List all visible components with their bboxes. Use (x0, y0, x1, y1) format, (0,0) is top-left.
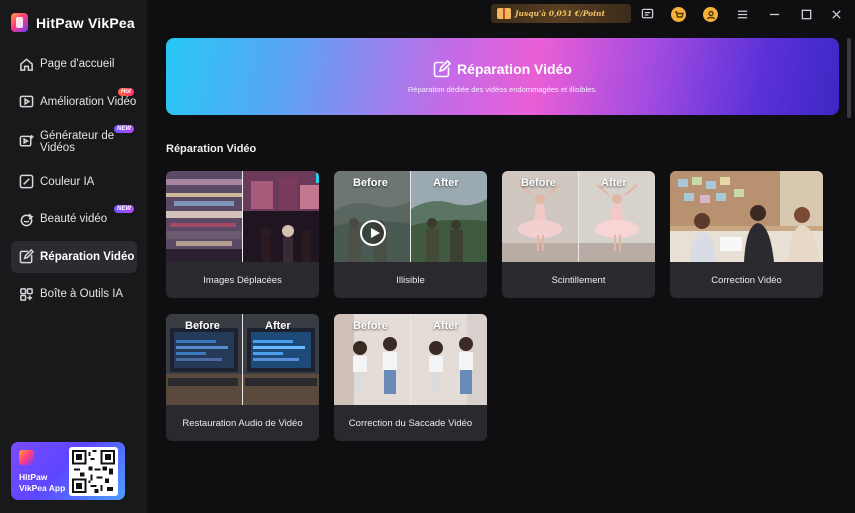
hero-title-row: Réparation Vidéo (166, 60, 839, 78)
hero-description: Réparation dédiée des vidéos endommagées… (407, 85, 598, 94)
app-logo-icon (19, 450, 34, 465)
tool-card-audio-restoration[interactable]: Before After Restauration Audio de Vidéo (166, 314, 319, 441)
sidebar-item-home[interactable]: Page d'accueil (11, 48, 137, 80)
hot-badge: Hot (118, 87, 134, 96)
comparison-divider (410, 314, 411, 405)
new-badge: NEW (114, 125, 134, 133)
sidebar-item-video-enhance[interactable]: Amélioration Vidéo Hot (11, 86, 137, 118)
sidebar-item-label: Page d'accueil (40, 58, 115, 70)
sidebar-item-label: Couleur IA (40, 175, 95, 188)
sidebar-item-beauty[interactable]: Beauté vidéo NEW (11, 203, 137, 235)
card-caption: Restauration Audio de Vidéo (182, 418, 303, 429)
sidebar-item-video-repair[interactable]: Réparation Vidéo (11, 240, 137, 273)
comparison-divider (410, 171, 411, 262)
color-icon (19, 174, 34, 189)
sidebar-item-label: Générateur de Vidéos (40, 129, 115, 154)
hero-banner: Réparation Vidéo Réparation dédiée des v… (166, 38, 839, 115)
hero-title: Réparation Vidéo (457, 61, 572, 77)
account-icon[interactable] (703, 7, 718, 22)
sidebar: HitPaw VikPea Page d'accueil Amélioratio… (0, 0, 147, 513)
section-title: Réparation Vidéo (166, 143, 257, 155)
sidebar-item-video-generator[interactable]: Générateur de Vidéos NEW (11, 123, 137, 160)
brand: HitPaw VikPea (11, 13, 135, 32)
mobile-app-card[interactable]: HitPaw VikPea App (11, 442, 125, 500)
qr-code-icon (69, 447, 118, 496)
repair-icon (433, 60, 452, 78)
promo-text: Jusqu'à 0,051 €/Point (515, 9, 605, 18)
after-label: After (433, 320, 459, 332)
message-icon[interactable] (639, 6, 655, 22)
comparison-divider (578, 171, 579, 262)
new-badge: NEW (114, 205, 134, 213)
after-label: After (265, 320, 291, 332)
card-thumbnail (166, 171, 319, 262)
card-thumbnail: Before After (334, 314, 487, 405)
card-thumbnail: Before After (334, 171, 487, 262)
card-thumbnail: Before After (166, 314, 319, 405)
comparison-divider (242, 314, 243, 405)
toolbox-icon (19, 287, 34, 302)
title-bar: Jusqu'à 0,051 €/Point (147, 0, 855, 28)
cart-icon[interactable] (671, 7, 686, 22)
video-generator-icon (19, 134, 34, 149)
tool-card-misplaced-frames[interactable]: Images Déplacées (166, 171, 319, 298)
tool-card-stutter-correction[interactable]: Before After Correction du Saccade Vidéo (334, 314, 487, 441)
card-caption: Illisible (396, 275, 425, 286)
repair-icon (19, 249, 34, 264)
app-card-text: HitPaw VikPea App (19, 472, 66, 493)
before-label: Before (353, 320, 388, 332)
after-label: After (601, 177, 627, 189)
tool-card-unplayable[interactable]: Before After Illisible (334, 171, 487, 298)
before-label: Before (185, 320, 220, 332)
before-label: Before (521, 177, 556, 189)
beauty-icon (19, 212, 34, 227)
app-logo-icon (11, 13, 28, 32)
gift-icon (497, 8, 511, 19)
promo-banner[interactable]: Jusqu'à 0,051 €/Point (491, 4, 631, 23)
card-thumbnail (670, 171, 823, 262)
scrollbar[interactable] (847, 38, 851, 118)
card-caption: Images Déplacées (203, 275, 282, 286)
tool-card-video-correction[interactable]: Correction Vidéo (670, 171, 823, 298)
play-icon (360, 220, 386, 246)
sidebar-item-label: Beauté vidéo (40, 213, 108, 225)
home-icon (19, 57, 34, 72)
before-label: Before (353, 177, 388, 189)
tool-card-flicker[interactable]: Before After Scintillement (502, 171, 655, 298)
sidebar-item-color[interactable]: Couleur IA (11, 166, 137, 198)
app-name: HitPaw VikPea (36, 14, 135, 31)
sidebar-item-label: Boîte à Outils IA (40, 288, 124, 300)
close-icon[interactable] (828, 6, 844, 22)
minimize-icon[interactable] (766, 6, 782, 22)
menu-icon[interactable] (734, 6, 750, 22)
sidebar-item-label: Amélioration Vidéo (40, 95, 137, 108)
after-label: After (433, 177, 459, 189)
card-caption: Correction du Saccade Vidéo (348, 418, 473, 429)
card-thumbnail: Before After (502, 171, 655, 262)
video-enhance-icon (19, 94, 34, 109)
sidebar-item-label: Réparation Vidéo (40, 250, 135, 263)
card-caption: Scintillement (551, 275, 606, 286)
maximize-icon[interactable] (798, 6, 814, 22)
sidebar-nav: Page d'accueil Amélioration Vidéo Hot Gé… (11, 48, 137, 316)
sidebar-item-toolbox[interactable]: Boîte à Outils IA (11, 278, 137, 310)
card-caption: Correction Vidéo (711, 275, 782, 286)
